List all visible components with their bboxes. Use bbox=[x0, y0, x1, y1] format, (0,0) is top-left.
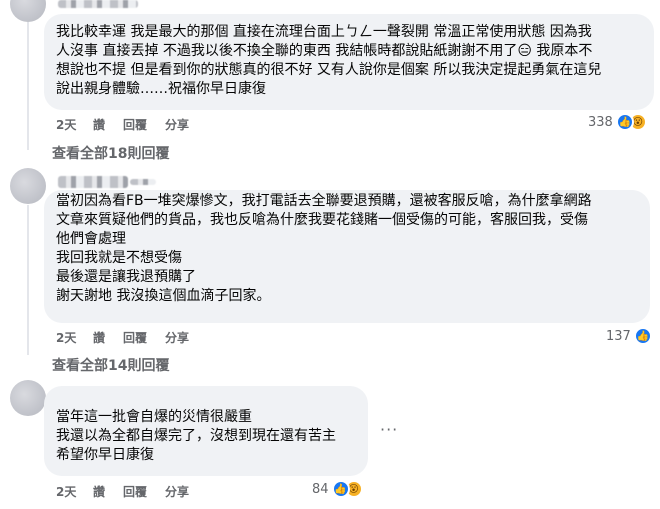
avatar[interactable] bbox=[10, 168, 46, 204]
comment-bubble: 我比較幸運 我是最大的那個 直接在流理台面上ㄅㄥ一聲裂開 常溫正常使用狀態 因為… bbox=[44, 14, 654, 110]
reaction-summary[interactable]: 137 👍 bbox=[606, 327, 652, 345]
comment-bubble: 當年這一批會自爆的災情很嚴重 我還以為全都自爆完了，沒想到現在還有苦主 希望你早… bbox=[44, 386, 368, 476]
thread-line bbox=[27, 22, 29, 150]
thread-line bbox=[27, 205, 29, 355]
more-options-icon[interactable]: ··· bbox=[380, 420, 398, 439]
reaction-summary[interactable]: 84 👍 😮 bbox=[312, 480, 363, 498]
avatar[interactable] bbox=[10, 0, 46, 22]
reaction-count: 338 bbox=[588, 114, 613, 130]
view-all-replies-link[interactable]: 查看全部14則回覆 bbox=[52, 355, 169, 375]
share-button[interactable]: 分享 bbox=[165, 116, 189, 133]
view-all-replies-link[interactable]: 查看全部18則回覆 bbox=[52, 143, 169, 163]
comment-actions: 2天 讚 回覆 分享 bbox=[56, 483, 189, 500]
comment-actions: 2天 讚 回覆 分享 bbox=[56, 116, 189, 133]
share-button[interactable]: 分享 bbox=[165, 483, 189, 500]
comment-actions: 2天 讚 回覆 分享 bbox=[56, 329, 189, 346]
like-button[interactable]: 讚 bbox=[93, 329, 123, 346]
comment-text: 當年這一批會自爆的災情很嚴重 我還以為全都自爆完了，沒想到現在還有苦主 希望你早… bbox=[56, 409, 336, 463]
reaction-count: 84 bbox=[312, 481, 329, 497]
comment-time[interactable]: 2天 bbox=[56, 329, 93, 346]
like-reaction-icon: 👍 bbox=[615, 113, 634, 131]
reply-button[interactable]: 回覆 bbox=[123, 329, 165, 346]
reaction-summary[interactable]: 338 👍 😮 bbox=[588, 113, 647, 131]
commenter-name-redacted bbox=[58, 0, 138, 8]
like-button[interactable]: 讚 bbox=[93, 116, 123, 133]
comment-time[interactable]: 2天 bbox=[56, 116, 93, 133]
comment-time[interactable]: 2天 bbox=[56, 483, 93, 500]
like-reaction-icon: 👍 bbox=[633, 327, 652, 345]
comment-text: 我比較幸運 我是最大的那個 直接在流理台面上ㄅㄥ一聲裂開 常溫正常使用狀態 因為… bbox=[56, 24, 602, 97]
reaction-count: 137 bbox=[606, 328, 631, 344]
like-reaction-icon: 👍 bbox=[331, 480, 350, 498]
comment-bubble: 當初因為看FB一堆突爆慘文，我打電話去全聯要退預購，還被客服反嗆，為什麼拿網路 … bbox=[44, 190, 650, 323]
avatar[interactable] bbox=[10, 380, 46, 416]
share-button[interactable]: 分享 bbox=[165, 329, 189, 346]
comment-text: 當初因為看FB一堆突爆慘文，我打電話去全聯要退預購，還被客服反嗆，為什麼拿網路 … bbox=[56, 193, 592, 304]
reply-button[interactable]: 回覆 bbox=[123, 483, 165, 500]
like-button[interactable]: 讚 bbox=[93, 483, 123, 500]
reply-button[interactable]: 回覆 bbox=[123, 116, 165, 133]
